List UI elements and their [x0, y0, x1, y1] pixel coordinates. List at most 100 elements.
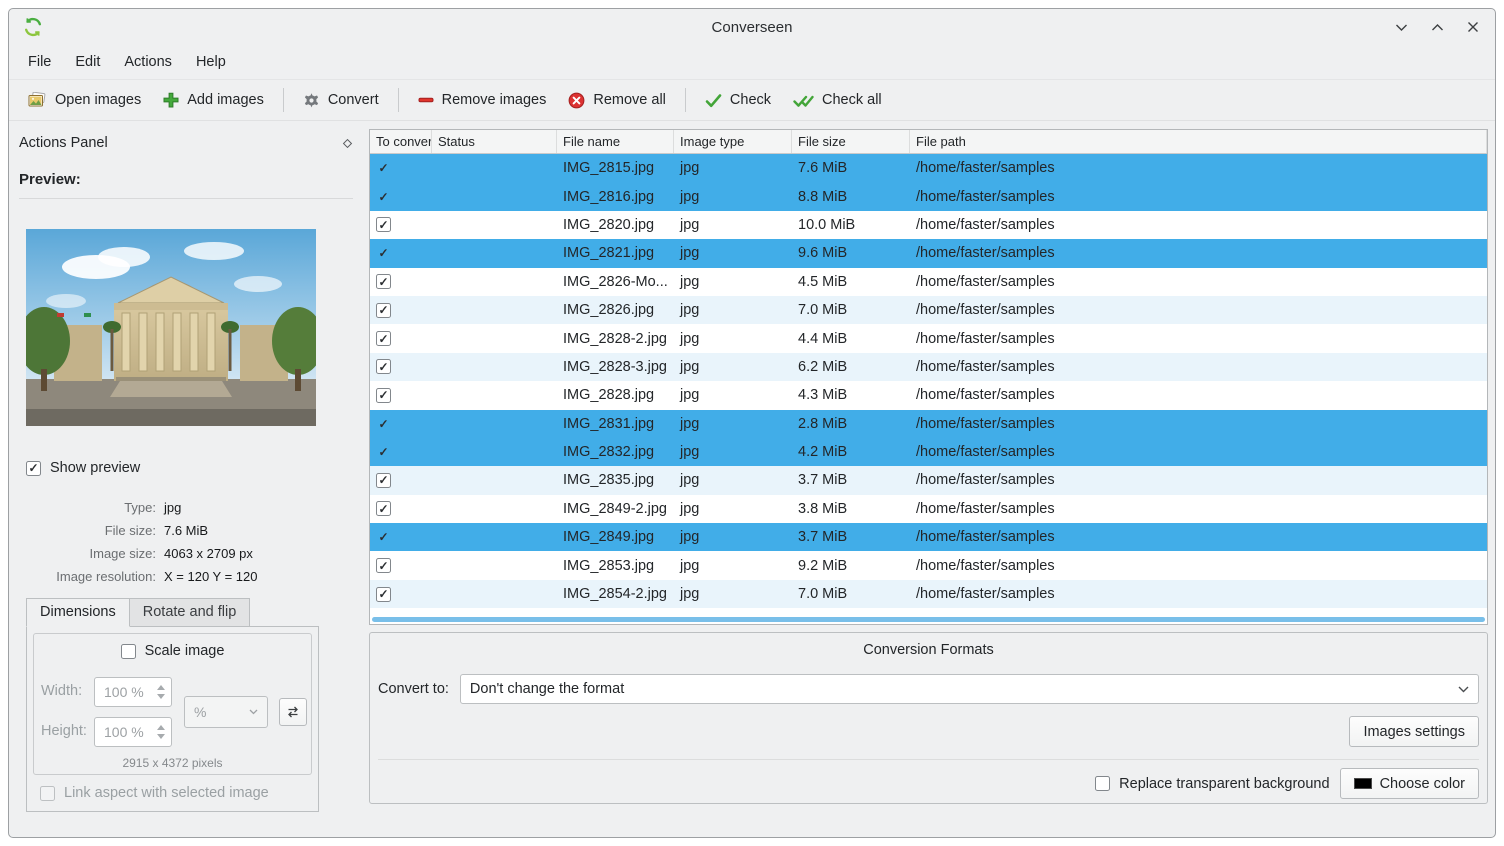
row-checkbox[interactable]: [376, 388, 391, 403]
column-header-file-path[interactable]: File path: [910, 130, 1487, 153]
table-row[interactable]: IMG_2826-Mo...jpg4.5 MiB/home/faster/sam…: [370, 268, 1487, 296]
row-checkbox[interactable]: [376, 501, 391, 516]
row-checkbox[interactable]: [376, 416, 391, 431]
info-label: Image size:: [9, 546, 156, 561]
link-aspect-row[interactable]: Link aspect with selected image: [40, 785, 269, 801]
scale-image-row[interactable]: Scale image: [27, 643, 318, 659]
panel-float-icon[interactable]: [342, 138, 353, 149]
table-row[interactable]: IMG_2816.jpgjpg8.8 MiB/home/faster/sampl…: [370, 182, 1487, 210]
column-header-file-size[interactable]: File size: [792, 130, 910, 153]
scale-image-checkbox[interactable]: [121, 644, 136, 659]
cell-file-size: 7.0 MiB: [792, 302, 910, 318]
table-row[interactable]: IMG_2820.jpgjpg10.0 MiB/home/faster/samp…: [370, 211, 1487, 239]
table-row[interactable]: IMG_2849-2.jpgjpg3.8 MiB/home/faster/sam…: [370, 495, 1487, 523]
close-button[interactable]: [1465, 19, 1481, 35]
remove-images-button[interactable]: Remove images: [407, 85, 558, 115]
tab-dimensions[interactable]: Dimensions: [26, 598, 130, 627]
cell-file-path: /home/faster/samples: [910, 586, 1487, 602]
menu-item-actions[interactable]: Actions: [113, 49, 183, 75]
column-header-status[interactable]: Status: [432, 130, 557, 153]
cell-image-type: jpg: [674, 274, 792, 290]
info-label: Type:: [9, 500, 156, 515]
row-checkbox[interactable]: [376, 189, 391, 204]
open-images-button[interactable]: Open images: [17, 85, 152, 116]
cell-image-type: jpg: [674, 472, 792, 488]
table-row[interactable]: IMG_2831.jpgjpg2.8 MiB/home/faster/sampl…: [370, 410, 1487, 438]
menu-item-edit[interactable]: Edit: [64, 49, 111, 75]
table-row[interactable]: IMG_2849.jpgjpg3.7 MiB/home/faster/sampl…: [370, 523, 1487, 551]
chevron-down-icon: [1458, 686, 1469, 693]
menu-item-file[interactable]: File: [17, 49, 62, 75]
column-header-file-name[interactable]: File name: [557, 130, 674, 153]
divider: [19, 198, 353, 199]
column-header-image-type[interactable]: Image type: [674, 130, 792, 153]
table-row[interactable]: IMG_2828-3.jpgjpg6.2 MiB/home/faster/sam…: [370, 353, 1487, 381]
choose-color-button[interactable]: Choose color: [1340, 768, 1479, 799]
cell-image-type: jpg: [674, 501, 792, 517]
row-checkbox[interactable]: [376, 246, 391, 261]
remove-all-button[interactable]: Remove all: [557, 85, 677, 116]
row-checkbox[interactable]: [376, 303, 391, 318]
table-row[interactable]: IMG_2826.jpgjpg7.0 MiB/home/faster/sampl…: [370, 296, 1487, 324]
format-combobox[interactable]: Don't change the format: [460, 674, 1479, 704]
row-checkbox[interactable]: [376, 217, 391, 232]
images-settings-button[interactable]: Images settings: [1349, 716, 1479, 747]
color-swatch: [1354, 778, 1372, 789]
row-checkbox[interactable]: [376, 274, 391, 289]
row-checkbox[interactable]: [376, 558, 391, 573]
image-info: Type:jpgFile size:7.6 MiBImage size:4063…: [9, 500, 361, 584]
maximize-button[interactable]: [1429, 19, 1445, 35]
cell-file-size: 9.2 MiB: [792, 558, 910, 574]
column-header-to-convert[interactable]: To convert: [370, 130, 432, 153]
spinner-arrows-icon[interactable]: [157, 678, 165, 706]
show-preview-checkbox[interactable]: [26, 461, 41, 476]
table-row[interactable]: IMG_2821.jpgjpg9.6 MiB/home/faster/sampl…: [370, 239, 1487, 267]
chevron-down-icon: [249, 709, 258, 715]
link-aspect-checkbox[interactable]: [40, 786, 55, 801]
row-checkbox[interactable]: [376, 331, 391, 346]
table-row[interactable]: IMG_2815.jpgjpg7.6 MiB/home/faster/sampl…: [370, 154, 1487, 182]
table-row[interactable]: IMG_2835.jpgjpg3.7 MiB/home/faster/sampl…: [370, 466, 1487, 494]
row-checkbox[interactable]: [376, 530, 391, 545]
spinner-arrows-icon[interactable]: [157, 718, 165, 746]
titlebar[interactable]: Converseen: [9, 9, 1495, 45]
check-all-button[interactable]: Check all: [782, 85, 893, 115]
cell-to-convert: [370, 274, 432, 289]
convert-button[interactable]: Convert: [292, 85, 390, 116]
add-images-button[interactable]: Add images: [152, 85, 275, 115]
menu-item-help[interactable]: Help: [185, 49, 237, 75]
row-checkbox[interactable]: [376, 473, 391, 488]
cell-image-type: jpg: [674, 529, 792, 545]
check-all-icon: [793, 93, 814, 108]
height-spinner[interactable]: 100 %: [94, 717, 172, 747]
table-row[interactable]: IMG_2853.jpgjpg9.2 MiB/home/faster/sampl…: [370, 551, 1487, 579]
row-checkbox[interactable]: [376, 445, 391, 460]
horizontal-scrollbar[interactable]: [372, 617, 1485, 622]
table-row[interactable]: IMG_2832.jpgjpg4.2 MiB/home/faster/sampl…: [370, 438, 1487, 466]
row-checkbox[interactable]: [376, 161, 391, 176]
table-row[interactable]: IMG_2828-2.jpgjpg4.4 MiB/home/faster/sam…: [370, 324, 1487, 352]
minimize-button[interactable]: [1393, 19, 1409, 35]
cell-file-path: /home/faster/samples: [910, 387, 1487, 403]
link-aspect-label: Link aspect with selected image: [64, 785, 269, 801]
replace-background-checkbox[interactable]: [1095, 776, 1110, 791]
check-all-label: Check all: [822, 92, 882, 108]
tab-rotate-and-flip[interactable]: Rotate and flip: [129, 598, 251, 627]
table-row[interactable]: IMG_2828.jpgjpg4.3 MiB/home/faster/sampl…: [370, 381, 1487, 409]
cell-to-convert: [370, 445, 432, 460]
table-row[interactable]: IMG_2854-2.jpgjpg7.0 MiB/home/faster/sam…: [370, 580, 1487, 608]
cell-file-path: /home/faster/samples: [910, 444, 1487, 460]
cell-to-convert: [370, 359, 432, 374]
app-icon: [23, 17, 43, 37]
row-checkbox[interactable]: [376, 587, 391, 602]
cell-file-size: 7.0 MiB: [792, 586, 910, 602]
width-spinner[interactable]: 100 %: [94, 677, 172, 707]
replace-background-row[interactable]: Replace transparent background: [1095, 776, 1329, 792]
reset-dimensions-button[interactable]: [279, 698, 307, 726]
unit-combobox[interactable]: %: [184, 696, 268, 728]
actions-panel-title: Actions Panel: [19, 135, 108, 151]
cell-file-name: IMG_2828-3.jpg: [557, 359, 674, 375]
row-checkbox[interactable]: [376, 359, 391, 374]
check-button[interactable]: Check: [694, 85, 782, 115]
show-preview-row[interactable]: Show preview: [26, 460, 140, 476]
